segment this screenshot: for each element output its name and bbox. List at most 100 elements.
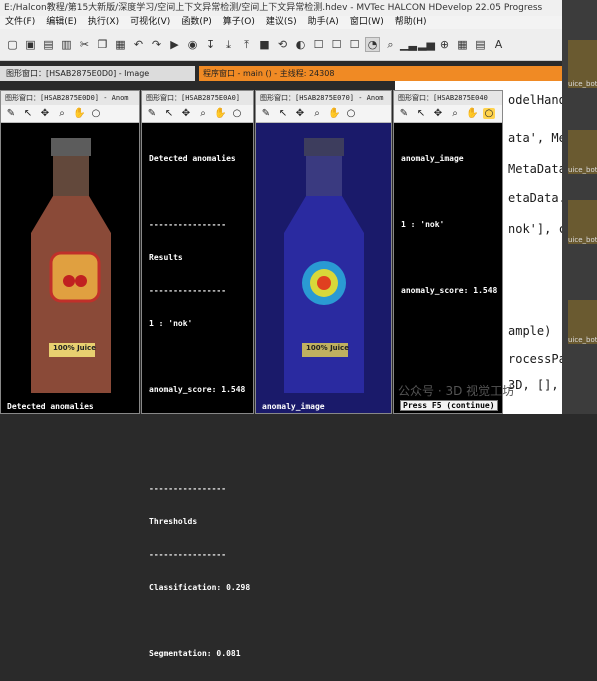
text-line: ---------------- <box>149 550 227 559</box>
timer-icon[interactable]: ◔ <box>365 37 380 52</box>
search-icon[interactable]: ⌕ <box>383 37 398 52</box>
graphics-window-anomaly-text[interactable]: 图形窗口：[HSAB2875E040 ✎ ↖ ✥ ⌕ ✋ ○ anomaly_i… <box>393 90 503 414</box>
text-line: Classification: 0.298 <box>149 583 251 592</box>
graphics-window-anomaly-image[interactable]: 图形窗口：[HSAB2875E070] - Anom ✎ ↖ ✥ ⌕ ✋ ○ 1… <box>255 90 392 414</box>
window-toolbar: ✎ ↖ ✥ ⌕ ✋ ○ <box>1 105 139 123</box>
menu-window[interactable]: 窗口(W) <box>350 16 384 29</box>
step-over-icon[interactable]: ↧ <box>203 37 218 52</box>
menu-file[interactable]: 文件(F) <box>5 16 35 29</box>
anomaly-heatmap-image <box>256 123 391 413</box>
bottle-image <box>31 138 111 393</box>
font-icon[interactable]: A <box>491 37 506 52</box>
text-line: Detected anomalies <box>149 154 236 163</box>
file-thumbnail[interactable]: uice_bot_ <box>568 200 597 244</box>
stop-icon[interactable]: ■ <box>257 37 272 52</box>
pan-icon[interactable]: ✥ <box>39 108 51 119</box>
pointer-icon[interactable]: ↖ <box>163 108 175 119</box>
step-out-icon[interactable]: ⤒ <box>239 37 254 52</box>
zoom-icon[interactable]: ⌕ <box>56 108 68 119</box>
bulb-icon[interactable]: ○ <box>345 108 357 119</box>
pan-icon[interactable]: ✥ <box>294 108 306 119</box>
run-icon[interactable]: ▶ <box>167 37 182 52</box>
graphics-window-title: 图形窗口：[HSAB2875E040 <box>394 91 502 105</box>
file-thumbnail-label: uice_bot_ <box>568 236 597 244</box>
hand-icon[interactable]: ✋ <box>328 108 340 119</box>
checkbox2-icon[interactable]: ☐ <box>329 37 344 52</box>
window-caption: anomaly_image <box>262 402 325 411</box>
pointer-icon[interactable]: ↖ <box>415 108 427 119</box>
hand-icon[interactable]: ✋ <box>214 108 226 119</box>
zoom-icon[interactable]: ⌕ <box>311 108 323 119</box>
graphics-window-detected-anomalies[interactable]: 图形窗口：[HSAB2875E0D0] - Anom ✎ ↖ ✥ ⌕ ✋ ○ 1… <box>0 90 140 414</box>
file-thumbnail[interactable]: uice_bot_ <box>568 300 597 344</box>
bulb-icon[interactable]: ○ <box>231 108 243 119</box>
file-thumbnail-label: uice_bot_ <box>568 166 597 174</box>
text-line: Thresholds <box>149 517 198 526</box>
text-line <box>149 186 250 197</box>
text-line <box>149 417 250 428</box>
brush-icon[interactable]: ✎ <box>5 108 17 119</box>
text-line: Results <box>149 253 183 262</box>
hand-icon[interactable]: ✋ <box>466 108 478 119</box>
menu-visualize[interactable]: 可视化(V) <box>130 16 170 29</box>
zoom-icon[interactable]: ⊕ <box>437 37 452 52</box>
menu-edit[interactable]: 编辑(E) <box>46 16 77 29</box>
chart-icon[interactable]: ▁▃ <box>400 37 417 52</box>
undo-icon[interactable]: ↶ <box>131 37 146 52</box>
text-line: 1 : 'nok' <box>149 319 193 328</box>
zoom-icon[interactable]: ⌕ <box>197 108 209 119</box>
histogram-icon[interactable]: ▂▅ <box>418 37 435 52</box>
graphics-window-results[interactable]: 图形窗口：[HSAB2875E0A0] ✎ ↖ ✥ ⌕ ✋ ○ Detected… <box>141 90 254 658</box>
zoom-icon[interactable]: ⌕ <box>449 108 461 119</box>
menu-execute[interactable]: 执行(X) <box>88 16 119 29</box>
hand-icon[interactable]: ✋ <box>73 108 85 119</box>
text-line: anomaly_score: 1.548 <box>149 385 246 394</box>
step-into-icon[interactable]: ⤓ <box>221 37 236 52</box>
redo-icon[interactable]: ↷ <box>149 37 164 52</box>
pan-icon[interactable]: ✥ <box>180 108 192 119</box>
menu-assistants[interactable]: 助手(A) <box>308 16 339 29</box>
text-line <box>149 450 250 461</box>
save-icon[interactable]: ▤ <box>41 37 56 52</box>
table-icon[interactable]: ▤ <box>473 37 488 52</box>
menu-help[interactable]: 帮助(H) <box>395 16 427 29</box>
window-caption: Detected anomalies <box>7 402 94 411</box>
pan-icon[interactable]: ✥ <box>432 108 444 119</box>
pointer-icon[interactable]: ↖ <box>277 108 289 119</box>
menu-procedures[interactable]: 函数(P) <box>181 16 211 29</box>
text-line: ---------------- <box>149 484 227 493</box>
program-window-title: 程序窗口 - main () - 主线程: 24308 <box>199 66 562 81</box>
graphics-window-title: 图形窗口：[HSAB2875E0D0] - Image <box>0 66 195 81</box>
text-line: ---------------- <box>149 286 227 295</box>
grid-icon[interactable]: ▦ <box>455 37 470 52</box>
new-file-icon[interactable]: ▢ <box>5 37 20 52</box>
reset-icon[interactable]: ⟲ <box>275 37 290 52</box>
graphics-window-title: 图形窗口：[HSAB2875E0A0] <box>142 91 253 105</box>
cut-icon[interactable]: ✂ <box>77 37 92 52</box>
brush-icon[interactable]: ✎ <box>146 108 158 119</box>
copy-icon[interactable]: ❐ <box>95 37 110 52</box>
text-line <box>149 351 250 362</box>
file-thumbnail-label: uice_bot_ <box>568 336 597 344</box>
print-icon[interactable]: ▥ <box>59 37 74 52</box>
open-file-icon[interactable]: ▣ <box>23 37 38 52</box>
pointer-icon[interactable]: ↖ <box>22 108 34 119</box>
checkbox-icon[interactable]: ☐ <box>311 37 326 52</box>
window-toolbar: ✎ ↖ ✥ ⌕ ✋ ○ <box>256 105 391 123</box>
continue-button[interactable]: Press F5 (continue) <box>400 400 498 411</box>
menu-suggestions[interactable]: 建议(S) <box>266 16 297 29</box>
breakpoint-icon[interactable]: ◐ <box>293 37 308 52</box>
file-thumbnail[interactable]: uice_bot_ <box>568 130 597 174</box>
brush-icon[interactable]: ✎ <box>260 108 272 119</box>
paste-icon[interactable]: ▦ <box>113 37 128 52</box>
file-thumbnail[interactable]: uice_bot_ <box>568 40 597 88</box>
text-line <box>401 186 497 197</box>
bulb-icon[interactable]: ○ <box>90 108 102 119</box>
brush-icon[interactable]: ✎ <box>398 108 410 119</box>
checkbox3-icon[interactable]: ☐ <box>347 37 362 52</box>
watermark: 公众号 · 3D 视觉工坊 <box>398 384 515 398</box>
find-icon[interactable]: ◉ <box>185 37 200 52</box>
menu-operators[interactable]: 算子(O) <box>223 16 255 29</box>
bulb-icon[interactable]: ○ <box>483 108 495 119</box>
window-toolbar: ✎ ↖ ✥ ⌕ ✋ ○ <box>394 105 502 123</box>
